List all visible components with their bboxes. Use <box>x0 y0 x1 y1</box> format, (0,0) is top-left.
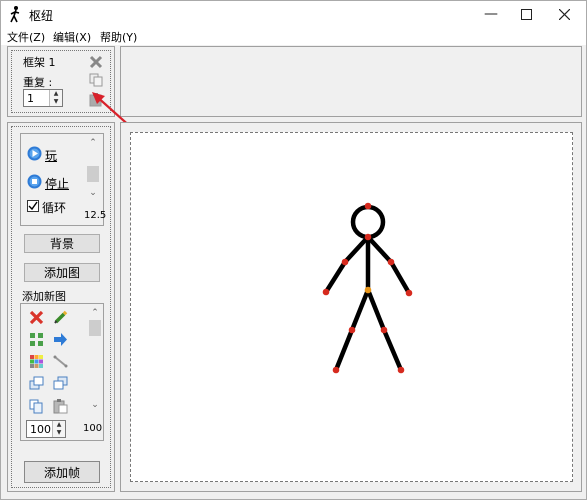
loop-checkbox[interactable] <box>27 200 39 212</box>
menu-file[interactable]: 文件(Z) <box>7 29 45 45</box>
arrow-down-icon: ▼ <box>53 98 59 105</box>
bring-forward-icon[interactable] <box>29 376 44 391</box>
figure-size-stepper-arrows[interactable]: ▲ ▼ <box>52 421 65 437</box>
pencil-icon[interactable] <box>53 310 68 325</box>
title-bar: 枢纽 — <box>1 1 586 27</box>
add-frame-button[interactable]: 添加帧 <box>24 461 100 483</box>
chevron-up-icon[interactable]: ⌃ <box>85 138 101 148</box>
figure-size-stepper[interactable]: 100 ▲ ▼ <box>26 420 66 438</box>
figure-size-scroll-thumb[interactable] <box>89 320 101 336</box>
scale-figure-icon[interactable] <box>29 332 44 347</box>
copy-figure-icon[interactable] <box>29 399 44 414</box>
app-window: 枢纽 — 文件(Z) 编辑(X) 帮助(Y) 框架 1 重复 : 1 ▲ ▼ 玩… <box>0 0 587 500</box>
repeat-value: 1 <box>27 92 34 105</box>
window-title: 枢纽 <box>29 9 54 23</box>
chevron-up-icon[interactable]: ⌃ <box>87 308 103 318</box>
repeat-label: 重复 : <box>23 76 53 89</box>
stick-figure[interactable] <box>131 133 572 481</box>
checkmark-icon <box>28 201 38 211</box>
delete-figure-icon[interactable] <box>29 310 44 325</box>
repeat-stepper-arrows[interactable]: ▲ ▼ <box>49 90 62 106</box>
repeat-stepper[interactable]: 1 ▲ ▼ <box>23 89 63 107</box>
send-backward-icon[interactable] <box>53 376 68 391</box>
play-icon[interactable] <box>27 146 42 161</box>
root-joint-handle[interactable] <box>364 286 372 294</box>
close-button[interactable] <box>547 1 581 27</box>
add-new-figure-label: 添加新图 <box>22 290 66 303</box>
tool-panel: 玩 停止 循环 ⌃ ⌄ 12.5 背景 添加图 添加新图 ⌃ ⌄ 100 ▲ ▼… <box>7 122 115 492</box>
close-icon <box>558 8 570 20</box>
arrow-down-icon: ▼ <box>56 429 62 436</box>
arrow-up-icon: ▲ <box>56 421 62 428</box>
stop-icon[interactable] <box>27 174 42 189</box>
frame-label: 框架 1 <box>23 56 56 69</box>
figure-tools-group: ⌃ ⌄ 100 ▲ ▼ 100 <box>20 303 104 441</box>
figure-slider-value: 100 <box>83 423 103 434</box>
delete-frame-icon[interactable] <box>89 55 103 69</box>
speed-scrollbar[interactable]: ⌃ ⌄ <box>85 136 101 204</box>
add-image-button[interactable]: 添加图 <box>24 263 100 282</box>
menu-help[interactable]: 帮助(Y) <box>100 29 137 45</box>
maximize-icon <box>520 8 532 20</box>
animation-canvas[interactable] <box>130 132 573 482</box>
color-palette-icon[interactable] <box>29 354 44 369</box>
arrow-right-icon[interactable] <box>53 332 68 347</box>
play-label[interactable]: 玩 <box>45 147 57 164</box>
stickfigure-app-icon <box>10 6 20 23</box>
minimize-button[interactable]: — <box>474 1 508 27</box>
menu-bar: 文件(Z) 编辑(X) 帮助(Y) <box>1 27 586 45</box>
loop-label: 循环 <box>42 201 67 215</box>
stop-label[interactable]: 停止 <box>45 175 69 192</box>
figure-size-value: 100 <box>30 423 51 436</box>
arrow-up-icon: ▲ <box>53 90 59 97</box>
background-button[interactable]: 背景 <box>24 234 100 253</box>
copy-frame-icon[interactable] <box>89 73 103 87</box>
figure-size-scrollbar[interactable]: ⌃ ⌄ <box>87 306 103 416</box>
playback-group: 玩 停止 循环 ⌃ ⌄ 12.5 <box>20 133 107 226</box>
speed-scroll-thumb[interactable] <box>87 166 99 182</box>
timeline-strip[interactable] <box>120 46 582 117</box>
menu-edit[interactable]: 编辑(X) <box>53 29 91 45</box>
chevron-down-icon[interactable]: ⌄ <box>85 188 101 198</box>
line-tool-icon[interactable] <box>53 354 68 369</box>
minimize-icon: — <box>484 6 498 22</box>
paste-figure-icon[interactable] <box>53 399 68 414</box>
chevron-down-icon[interactable]: ⌄ <box>87 400 103 410</box>
speed-value: 12.5 <box>84 210 107 221</box>
maximize-button[interactable] <box>509 1 543 27</box>
